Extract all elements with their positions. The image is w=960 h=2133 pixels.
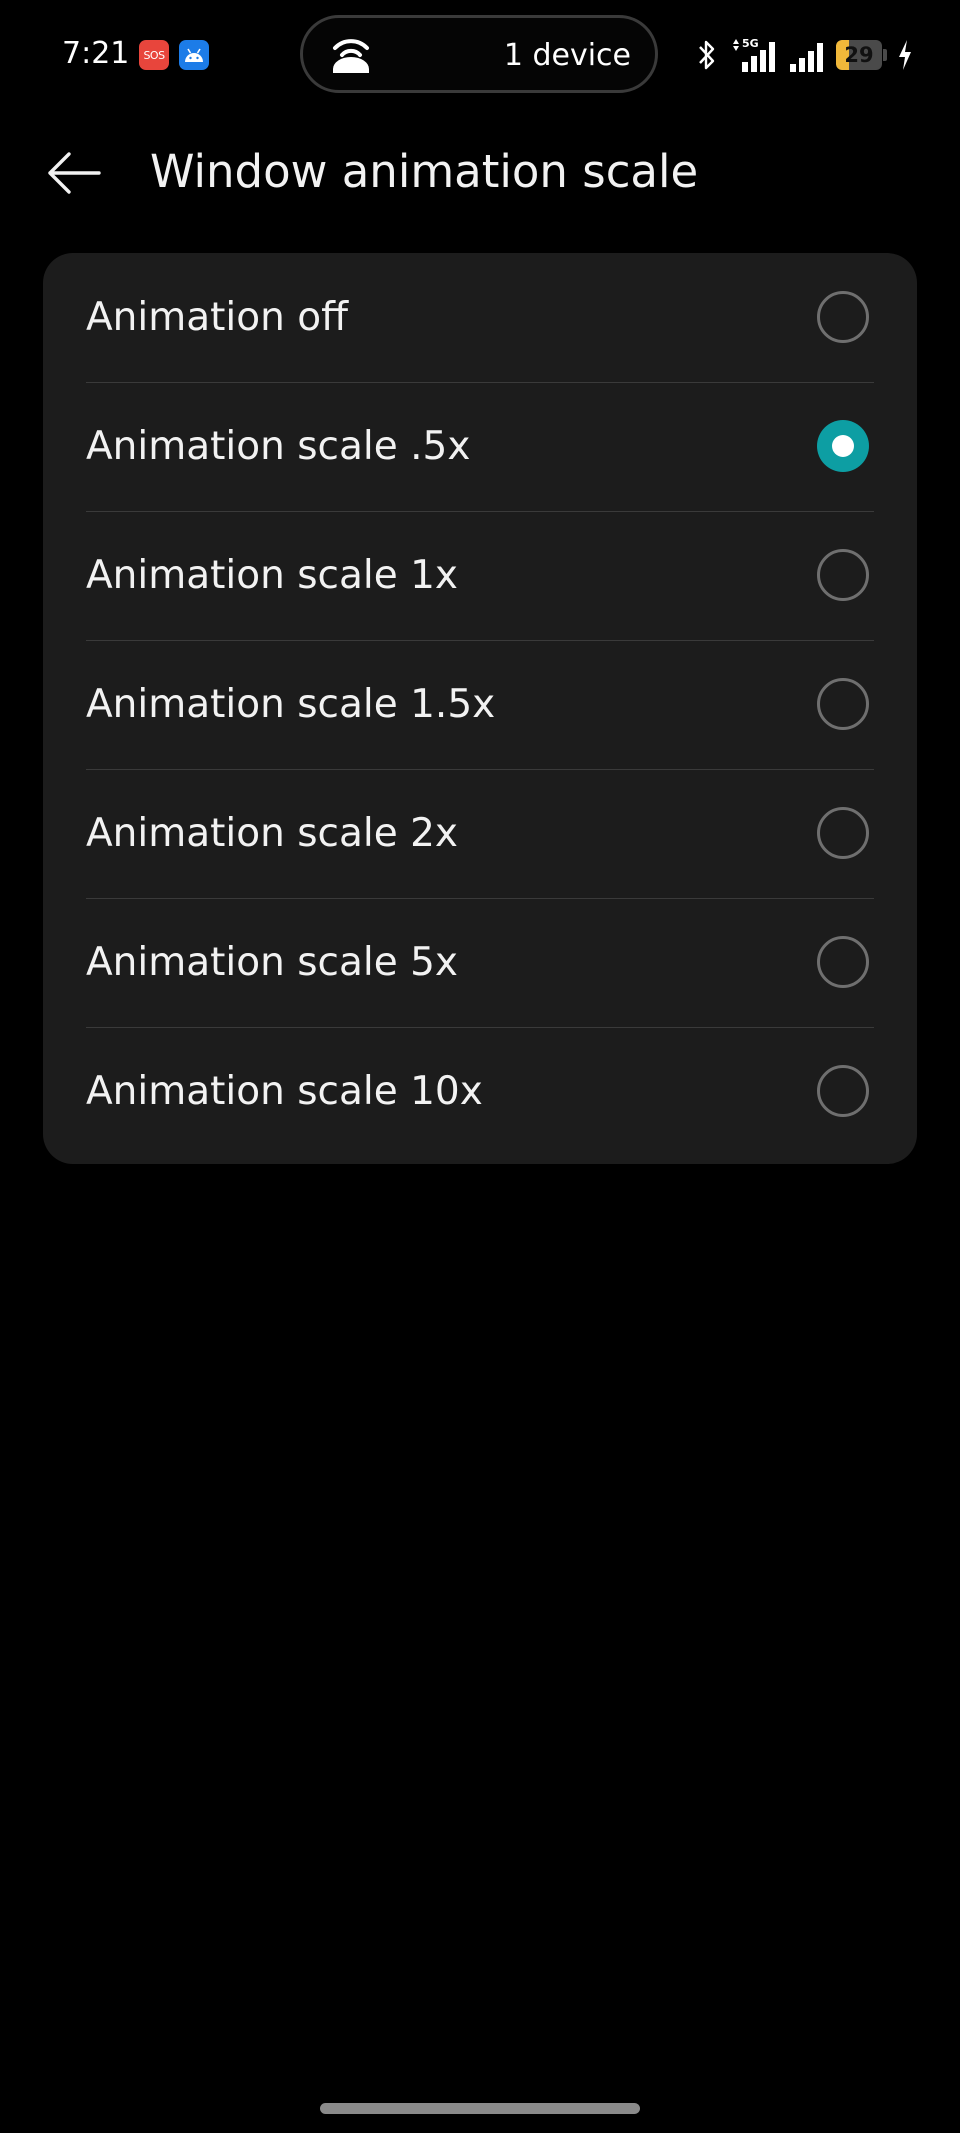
radio-button[interactable] [817,678,869,730]
option-row[interactable]: Animation scale .5x [43,382,917,511]
battery-icon: 29 [836,40,888,70]
option-label: Animation scale .5x [86,424,471,469]
charging-bolt-icon [899,40,911,70]
option-label: Animation scale 1.5x [86,682,496,727]
option-label: Animation scale 10x [86,1069,483,1114]
android-notification-icon [179,40,209,70]
option-row[interactable]: Animation scale 5x [43,898,917,1027]
options-card: Animation off Animation scale .5x Animatio… [43,253,917,1164]
hotspot-device-count: 1 device [503,38,631,73]
radio-button[interactable] [817,549,869,601]
option-label: Animation scale 5x [86,940,459,985]
option-row[interactable]: Animation scale 2x [43,769,917,898]
network-type-label: 5G [742,37,759,50]
app-bar: Window animation scale [0,120,960,220]
status-clock: 7:21 [62,36,130,71]
option-row[interactable]: Animation scale 10x [43,1027,917,1156]
option-row[interactable]: Animation off [43,253,917,382]
system-icons: 5G 29 [696,36,916,74]
cellular-signal-5g-icon: 5G [733,37,775,72]
cellular-signal-icon [790,43,823,72]
status-bar: 7:21 SOS 1 device 5G 29 [0,0,960,110]
arrow-left-icon [48,152,101,194]
sos-notification-icon: SOS [139,40,169,70]
option-row[interactable]: Animation scale 1.5x [43,640,917,769]
page-title: Window animation scale [150,145,699,198]
back-button[interactable] [36,140,112,206]
bluetooth-icon [699,40,715,70]
battery-level: 29 [844,43,874,67]
option-row[interactable]: Animation scale 1x [43,511,917,640]
radio-button[interactable] [817,291,869,343]
option-label: Animation off [86,295,348,340]
option-label: Animation scale 2x [86,811,459,856]
hotspot-status-pill[interactable]: 1 device [300,15,658,93]
radio-button-selected[interactable] [817,420,869,472]
radio-button[interactable] [817,936,869,988]
radio-button[interactable] [817,807,869,859]
hotspot-icon [333,39,369,73]
gesture-navigation-bar[interactable] [320,2103,640,2114]
radio-button[interactable] [817,1065,869,1117]
option-label: Animation scale 1x [86,553,459,598]
sos-label: SOS [143,48,165,62]
